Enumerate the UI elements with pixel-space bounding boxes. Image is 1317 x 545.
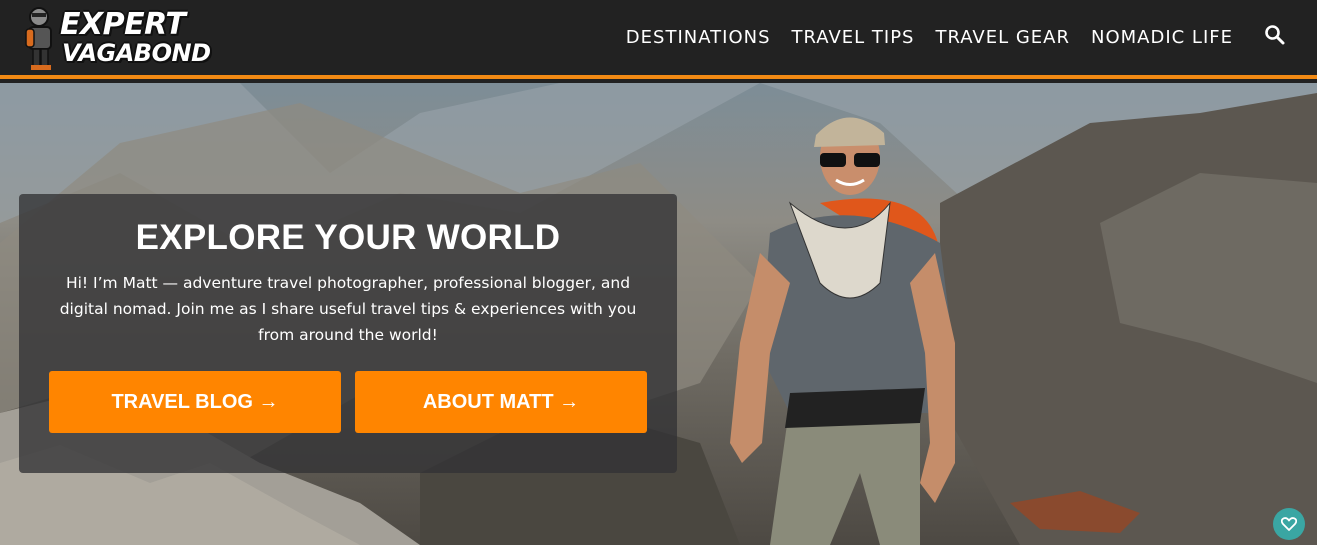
- nav-destinations[interactable]: DESTINATIONS: [626, 26, 771, 50]
- about-matt-button[interactable]: ABOUT MATT →: [355, 371, 647, 433]
- nav-travel-gear[interactable]: TRAVEL GEAR: [935, 26, 1070, 50]
- hero-section: EXPLORE YOUR WORLD Hi! I’m Matt — advent…: [0, 83, 1317, 545]
- main-nav: DESTINATIONS TRAVEL TIPS TRAVEL GEAR NOM…: [626, 26, 1233, 50]
- logo-line-2: VAGABOND: [62, 39, 211, 67]
- logo-line-1: EXPERT: [60, 7, 186, 42]
- hero-title: EXPLORE YOUR WORLD: [135, 218, 561, 257]
- nav-nomadic-life[interactable]: NOMADIC LIFE: [1091, 26, 1233, 50]
- nav-travel-tips[interactable]: TRAVEL TIPS: [792, 26, 915, 50]
- heart-icon: [1281, 517, 1297, 531]
- travel-blog-button[interactable]: TRAVEL BLOG →: [49, 371, 341, 433]
- search-icon[interactable]: [1264, 24, 1286, 46]
- mascot-icon: [25, 7, 52, 70]
- hero-panel: EXPLORE YOUR WORLD Hi! I’m Matt — advent…: [19, 194, 677, 473]
- heart-button[interactable]: [1273, 508, 1305, 540]
- hero-intro: Hi! I’m Matt — adventure travel photogra…: [59, 274, 637, 344]
- hiker-figure: [730, 117, 955, 545]
- site-header: EXPERT VAGABOND DESTINATIONS TRAVEL TIPS…: [0, 0, 1317, 79]
- site-logo[interactable]: EXPERT VAGABOND: [24, 5, 211, 73]
